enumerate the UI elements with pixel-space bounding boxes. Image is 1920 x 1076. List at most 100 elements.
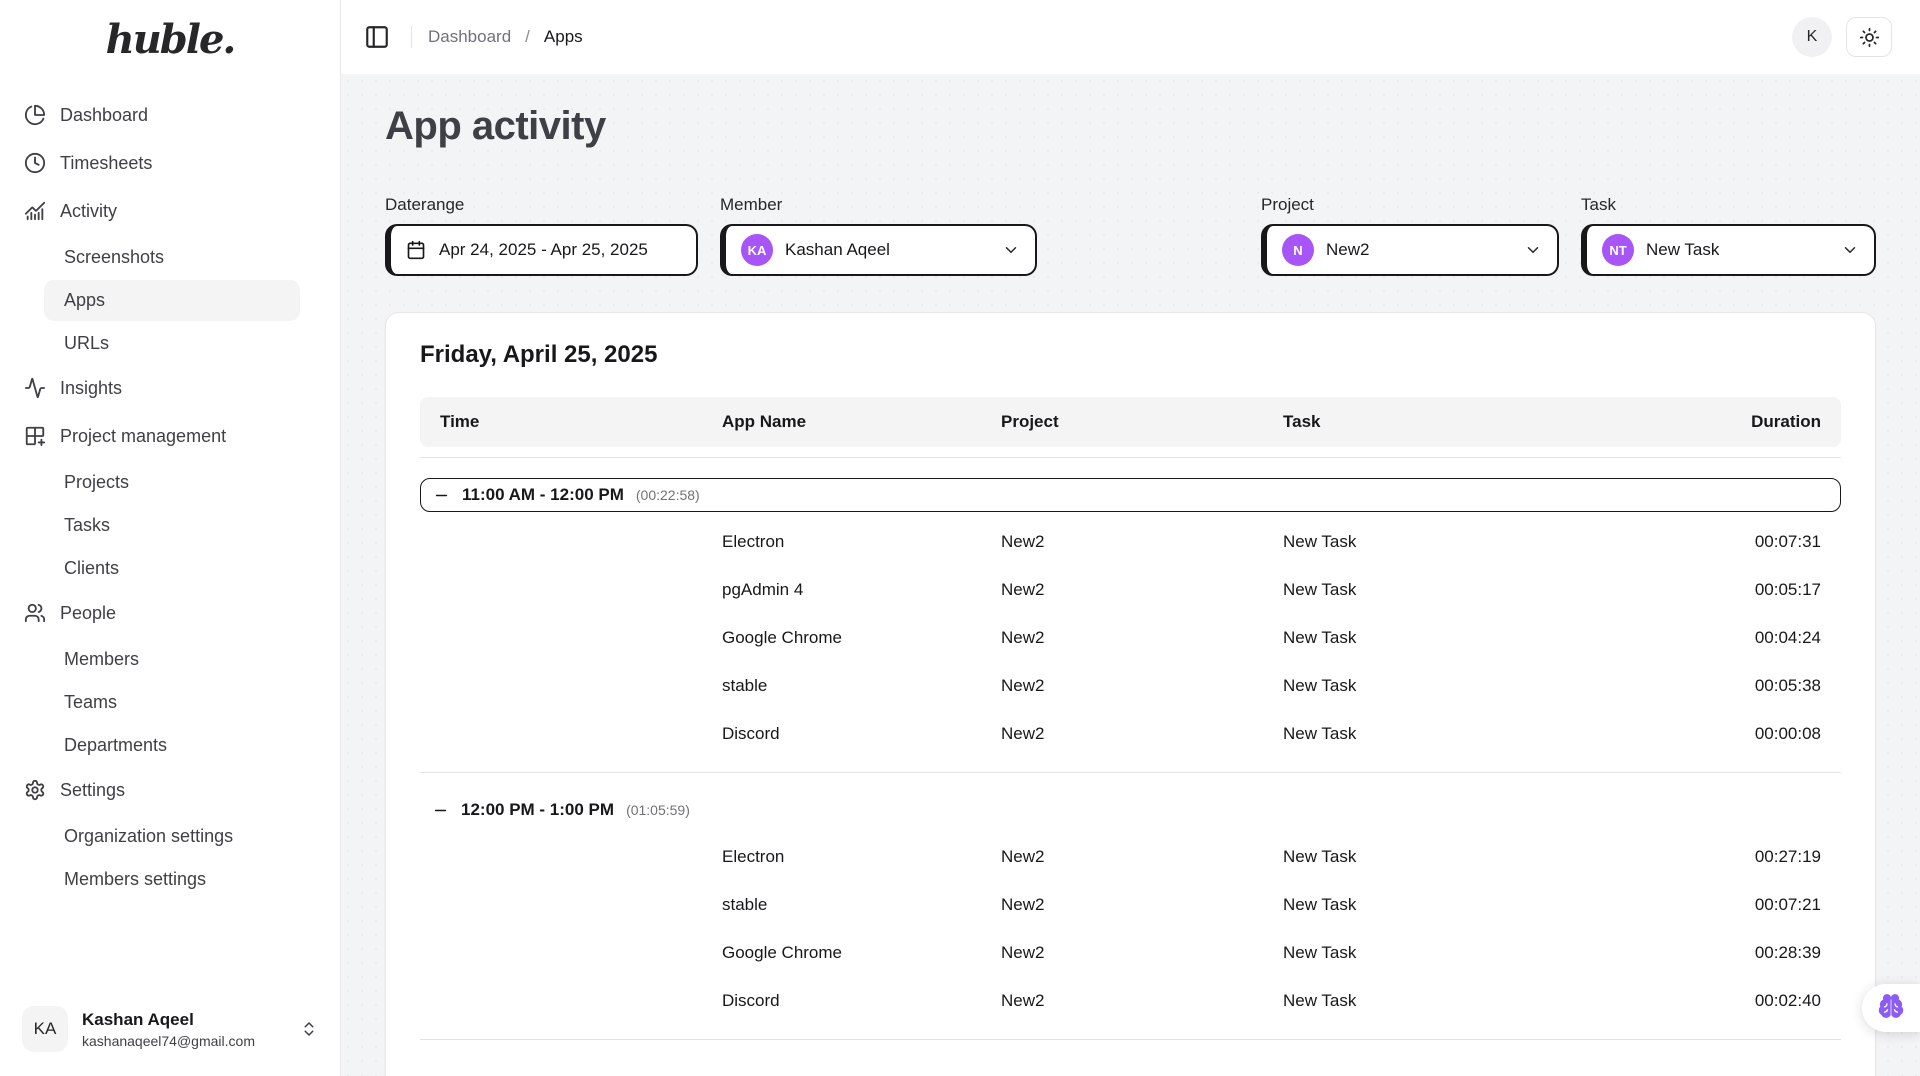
sidebar-item-label: Activity	[60, 201, 117, 222]
sidebar-item-label: Project management	[60, 426, 226, 447]
sidebar-item-timesheets[interactable]: Timesheets	[24, 141, 300, 185]
sidebar-nav: Dashboard Timesheets Activity Screenshot…	[0, 87, 340, 988]
cell-app: Discord	[722, 724, 1001, 744]
cell-duration: 00:05:38	[1671, 676, 1821, 696]
page-title: App activity	[385, 104, 1876, 149]
project-avatar: N	[1282, 234, 1314, 266]
topbar-avatar[interactable]: K	[1792, 17, 1832, 57]
sidebar-item-teams[interactable]: Teams	[44, 682, 300, 723]
chevron-down-icon	[1002, 241, 1020, 259]
time-group-toggle[interactable]: 12:00 PM - 1:00 PM (01:05:59)	[420, 793, 1841, 827]
cell-task: New Task	[1283, 943, 1671, 963]
cell-project: New2	[1001, 676, 1283, 696]
sidebar-toggle-button[interactable]	[359, 19, 395, 55]
assistant-fab[interactable]	[1862, 984, 1920, 1032]
cell-duration: 00:27:19	[1671, 847, 1821, 867]
sidebar-item-apps[interactable]: Apps	[44, 280, 300, 321]
grid-plus-icon	[24, 425, 46, 447]
task-value: New Task	[1646, 240, 1719, 260]
column-time: Time	[440, 412, 722, 432]
sidebar-item-activity[interactable]: Activity	[24, 189, 300, 233]
breadcrumb-separator: /	[525, 27, 530, 47]
chevron-down-icon	[1841, 241, 1859, 259]
cell-duration: 00:28:39	[1671, 943, 1821, 963]
table-row: Google Chrome New2 New Task 00:04:24	[420, 614, 1841, 662]
cell-duration: 00:04:24	[1671, 628, 1821, 648]
daterange-value: Apr 24, 2025 - Apr 25, 2025	[439, 240, 648, 260]
cell-task: New Task	[1283, 895, 1671, 915]
time-group-toggle[interactable]: 11:00 AM - 12:00 PM (00:22:58)	[420, 478, 1841, 512]
cell-app: Google Chrome	[722, 943, 1001, 963]
cell-app: stable	[722, 895, 1001, 915]
breadcrumb-dashboard[interactable]: Dashboard	[428, 27, 511, 47]
member-value: Kashan Aqeel	[785, 240, 890, 260]
chevron-down-icon	[1524, 241, 1542, 259]
sidebar-item-insights[interactable]: Insights	[24, 366, 300, 410]
sidebar-item-label: Dashboard	[60, 105, 148, 126]
theme-toggle-button[interactable]	[1846, 17, 1892, 57]
member-avatar: KA	[741, 234, 773, 266]
sidebar-item-dashboard[interactable]: Dashboard	[24, 93, 300, 137]
sidebar-item-members[interactable]: Members	[44, 639, 300, 680]
cell-app: Electron	[722, 847, 1001, 867]
member-label: Member	[720, 195, 1037, 215]
cell-duration: 00:02:40	[1671, 991, 1821, 1011]
sidebar-item-departments[interactable]: Departments	[44, 725, 300, 766]
column-duration: Duration	[1671, 412, 1821, 432]
daterange-input[interactable]: Apr 24, 2025 - Apr 25, 2025	[385, 224, 698, 276]
minus-icon	[433, 487, 450, 504]
topbar: Dashboard / Apps K	[341, 0, 1920, 74]
member-select[interactable]: KA Kashan Aqeel	[720, 224, 1037, 276]
breadcrumb: Dashboard / Apps	[428, 27, 583, 47]
sidebar-item-settings[interactable]: Settings	[24, 768, 300, 812]
sidebar-item-project-management[interactable]: Project management	[24, 414, 300, 458]
sidebar-item-screenshots[interactable]: Screenshots	[44, 237, 300, 278]
cell-project: New2	[1001, 628, 1283, 648]
calendar-icon	[406, 240, 426, 260]
sidebar: huble. Dashboard Timesheets Activity Scr…	[0, 0, 341, 1076]
time-range: 12:00 PM - 1:00 PM	[461, 800, 614, 820]
cell-duration: 00:07:21	[1671, 895, 1821, 915]
cell-project: New2	[1001, 991, 1283, 1011]
breadcrumb-current: Apps	[544, 27, 583, 47]
sidebar-item-clients[interactable]: Clients	[44, 548, 300, 589]
cell-app: pgAdmin 4	[722, 580, 1001, 600]
sidebar-item-label: Insights	[60, 378, 122, 399]
table-row: Google Chrome New2 New Task 00:28:39	[420, 929, 1841, 977]
table-row: Discord New2 New Task 00:02:40	[420, 977, 1841, 1025]
cell-duration: 00:05:17	[1671, 580, 1821, 600]
clock-icon	[24, 152, 46, 174]
task-select[interactable]: NT New Task	[1581, 224, 1876, 276]
cell-task: New Task	[1283, 991, 1671, 1011]
cell-duration: 00:00:08	[1671, 724, 1821, 744]
pie-chart-icon	[24, 104, 46, 126]
cell-app: Discord	[722, 991, 1001, 1011]
sidebar-item-people[interactable]: People	[24, 591, 300, 635]
sidebar-item-urls[interactable]: URLs	[44, 323, 300, 364]
user-avatar: KA	[22, 1006, 68, 1052]
task-label: Task	[1581, 195, 1876, 215]
cell-app: stable	[722, 676, 1001, 696]
table-header: Time App Name Project Task Duration	[420, 397, 1841, 447]
sidebar-item-organization-settings[interactable]: Organization settings	[44, 816, 300, 857]
sidebar-item-tasks[interactable]: Tasks	[44, 505, 300, 546]
brain-icon	[1877, 994, 1905, 1022]
brand-logo: huble.	[0, 0, 340, 87]
sidebar-item-members-settings[interactable]: Members settings	[44, 859, 300, 900]
time-group: 11:00 AM - 12:00 PM (00:22:58) Electron …	[420, 478, 1841, 773]
group-total-duration: (00:22:58)	[636, 487, 700, 503]
sidebar-item-projects[interactable]: Projects	[44, 462, 300, 503]
users-icon	[24, 602, 46, 624]
project-select[interactable]: N New2	[1261, 224, 1559, 276]
table-row: Electron New2 New Task 00:27:19	[420, 833, 1841, 881]
daterange-label: Daterange	[385, 195, 698, 215]
cell-task: New Task	[1283, 628, 1671, 648]
time-range: 11:00 AM - 12:00 PM	[462, 485, 624, 505]
cell-task: New Task	[1283, 580, 1671, 600]
project-value: New2	[1326, 240, 1369, 260]
user-name: Kashan Aqeel	[82, 1010, 255, 1030]
sidebar-user-menu[interactable]: KA Kashan Aqeel kashanaqeel74@gmail.com	[0, 988, 340, 1076]
pulse-icon	[24, 377, 46, 399]
content-area: App activity Daterange Apr 24, 2025 - Ap…	[341, 74, 1920, 1076]
chevrons-up-down-icon	[300, 1020, 318, 1038]
